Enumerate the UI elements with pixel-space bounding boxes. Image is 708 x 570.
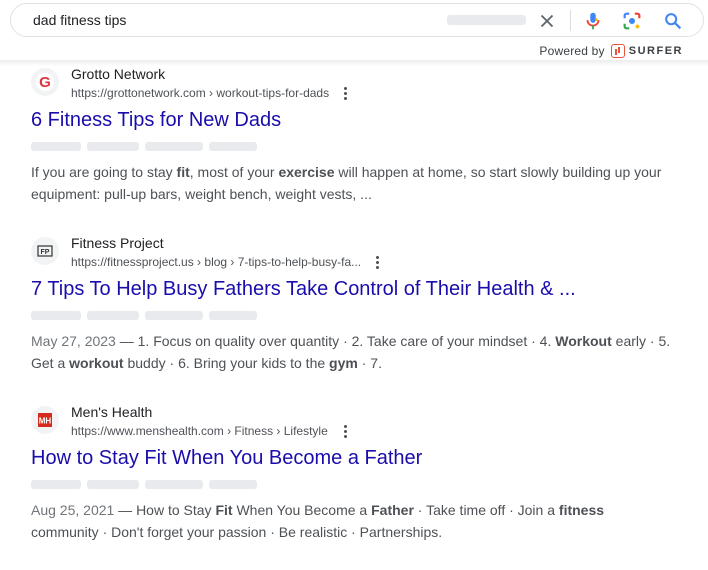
snippet-highlight: gym (329, 355, 358, 371)
surfer-brand: SURFER (628, 45, 683, 57)
grotto-logo-icon: G (31, 68, 59, 96)
snippet-text: — How to Stay (114, 502, 216, 518)
snippet-text: , most of your (189, 164, 279, 180)
result-title-link[interactable]: 6 Fitness Tips for New Dads (31, 107, 671, 133)
svg-text:FP: FP (41, 249, 50, 256)
result-source[interactable]: FP Fitness Project https://fitnessprojec… (31, 235, 671, 271)
powered-by-label: Powered by (539, 44, 605, 58)
result-date: May 27, 2023 (31, 333, 116, 349)
lens-icon[interactable] (621, 10, 643, 32)
placeholder-bar (31, 142, 671, 151)
surfer-logo-icon (610, 44, 625, 58)
snippet-text: buddy · 6. Bring your kids to the (123, 355, 330, 371)
mic-icon[interactable] (582, 9, 604, 33)
snippet-text: When You Become a (232, 502, 372, 518)
search-result: FP Fitness Project https://fitnessprojec… (31, 235, 671, 374)
snippet-text: community · Don't forget your passion · … (31, 524, 443, 540)
mens-health-logo-icon: MH (31, 406, 59, 434)
result-snippet: If you are going to stay fit, most of yo… (31, 161, 671, 205)
placeholder-bar (31, 311, 671, 320)
search-result: MH Men's Health https://www.menshealth.c… (31, 404, 671, 543)
fitness-project-logo-icon: FP (31, 237, 59, 265)
result-title-link[interactable]: How to Stay Fit When You Become a Father (31, 445, 671, 471)
search-result: G Grotto Network https://grottonetwork.c… (31, 66, 671, 205)
snippet-highlight: fitness (558, 502, 605, 518)
result-snippet: May 27, 2023 — 1. Focus on quality over … (31, 330, 671, 374)
snippet-text: — 1. Focus on quality over quantity · 2.… (115, 333, 556, 349)
powered-by: Powered by SURFER (539, 44, 683, 58)
site-url: https://grottonetwork.com › workout-tips… (71, 86, 330, 100)
snippet-highlight: Workout (555, 333, 612, 349)
more-options-icon[interactable] (371, 255, 383, 269)
svg-text:MH: MH (39, 417, 52, 426)
search-icon[interactable] (662, 10, 684, 32)
snippet-highlight: exercise (278, 164, 335, 180)
result-snippet: Aug 25, 2021 — How to Stay Fit When You … (31, 499, 671, 543)
search-input[interactable]: dad fitness tips (33, 12, 126, 28)
snippet-highlight: workout (69, 355, 124, 371)
close-icon[interactable] (536, 10, 558, 32)
placeholder-bar (31, 480, 671, 489)
result-source[interactable]: G Grotto Network https://grottonetwork.c… (31, 66, 671, 102)
more-options-icon[interactable] (339, 86, 351, 100)
search-box[interactable]: dad fitness tips (10, 3, 704, 37)
svg-text:G: G (39, 74, 51, 91)
result-title-link[interactable]: 7 Tips To Help Busy Fathers Take Control… (31, 276, 671, 302)
snippet-text: If you are going to stay (31, 164, 177, 180)
result-date: Aug 25, 2021 (31, 502, 115, 518)
site-url: https://fitnessproject.us › blog › 7-tip… (71, 255, 362, 269)
more-options-icon[interactable] (339, 424, 351, 438)
snippet-highlight: Father (371, 502, 414, 518)
site-name: Grotto Network (71, 66, 166, 82)
site-url: https://www.menshealth.com › Fitness › L… (71, 424, 328, 438)
snippet-highlight: Fit (215, 502, 233, 518)
result-source[interactable]: MH Men's Health https://www.menshealth.c… (31, 404, 671, 440)
site-name: Men's Health (71, 404, 153, 420)
divider (570, 10, 571, 31)
snippet-text: · Take time off · Join a (413, 502, 559, 518)
snippet-text: · 7. (357, 355, 382, 371)
site-name: Fitness Project (71, 235, 164, 251)
snippet-highlight: fit (176, 164, 190, 180)
redacted-placeholder (447, 15, 526, 25)
